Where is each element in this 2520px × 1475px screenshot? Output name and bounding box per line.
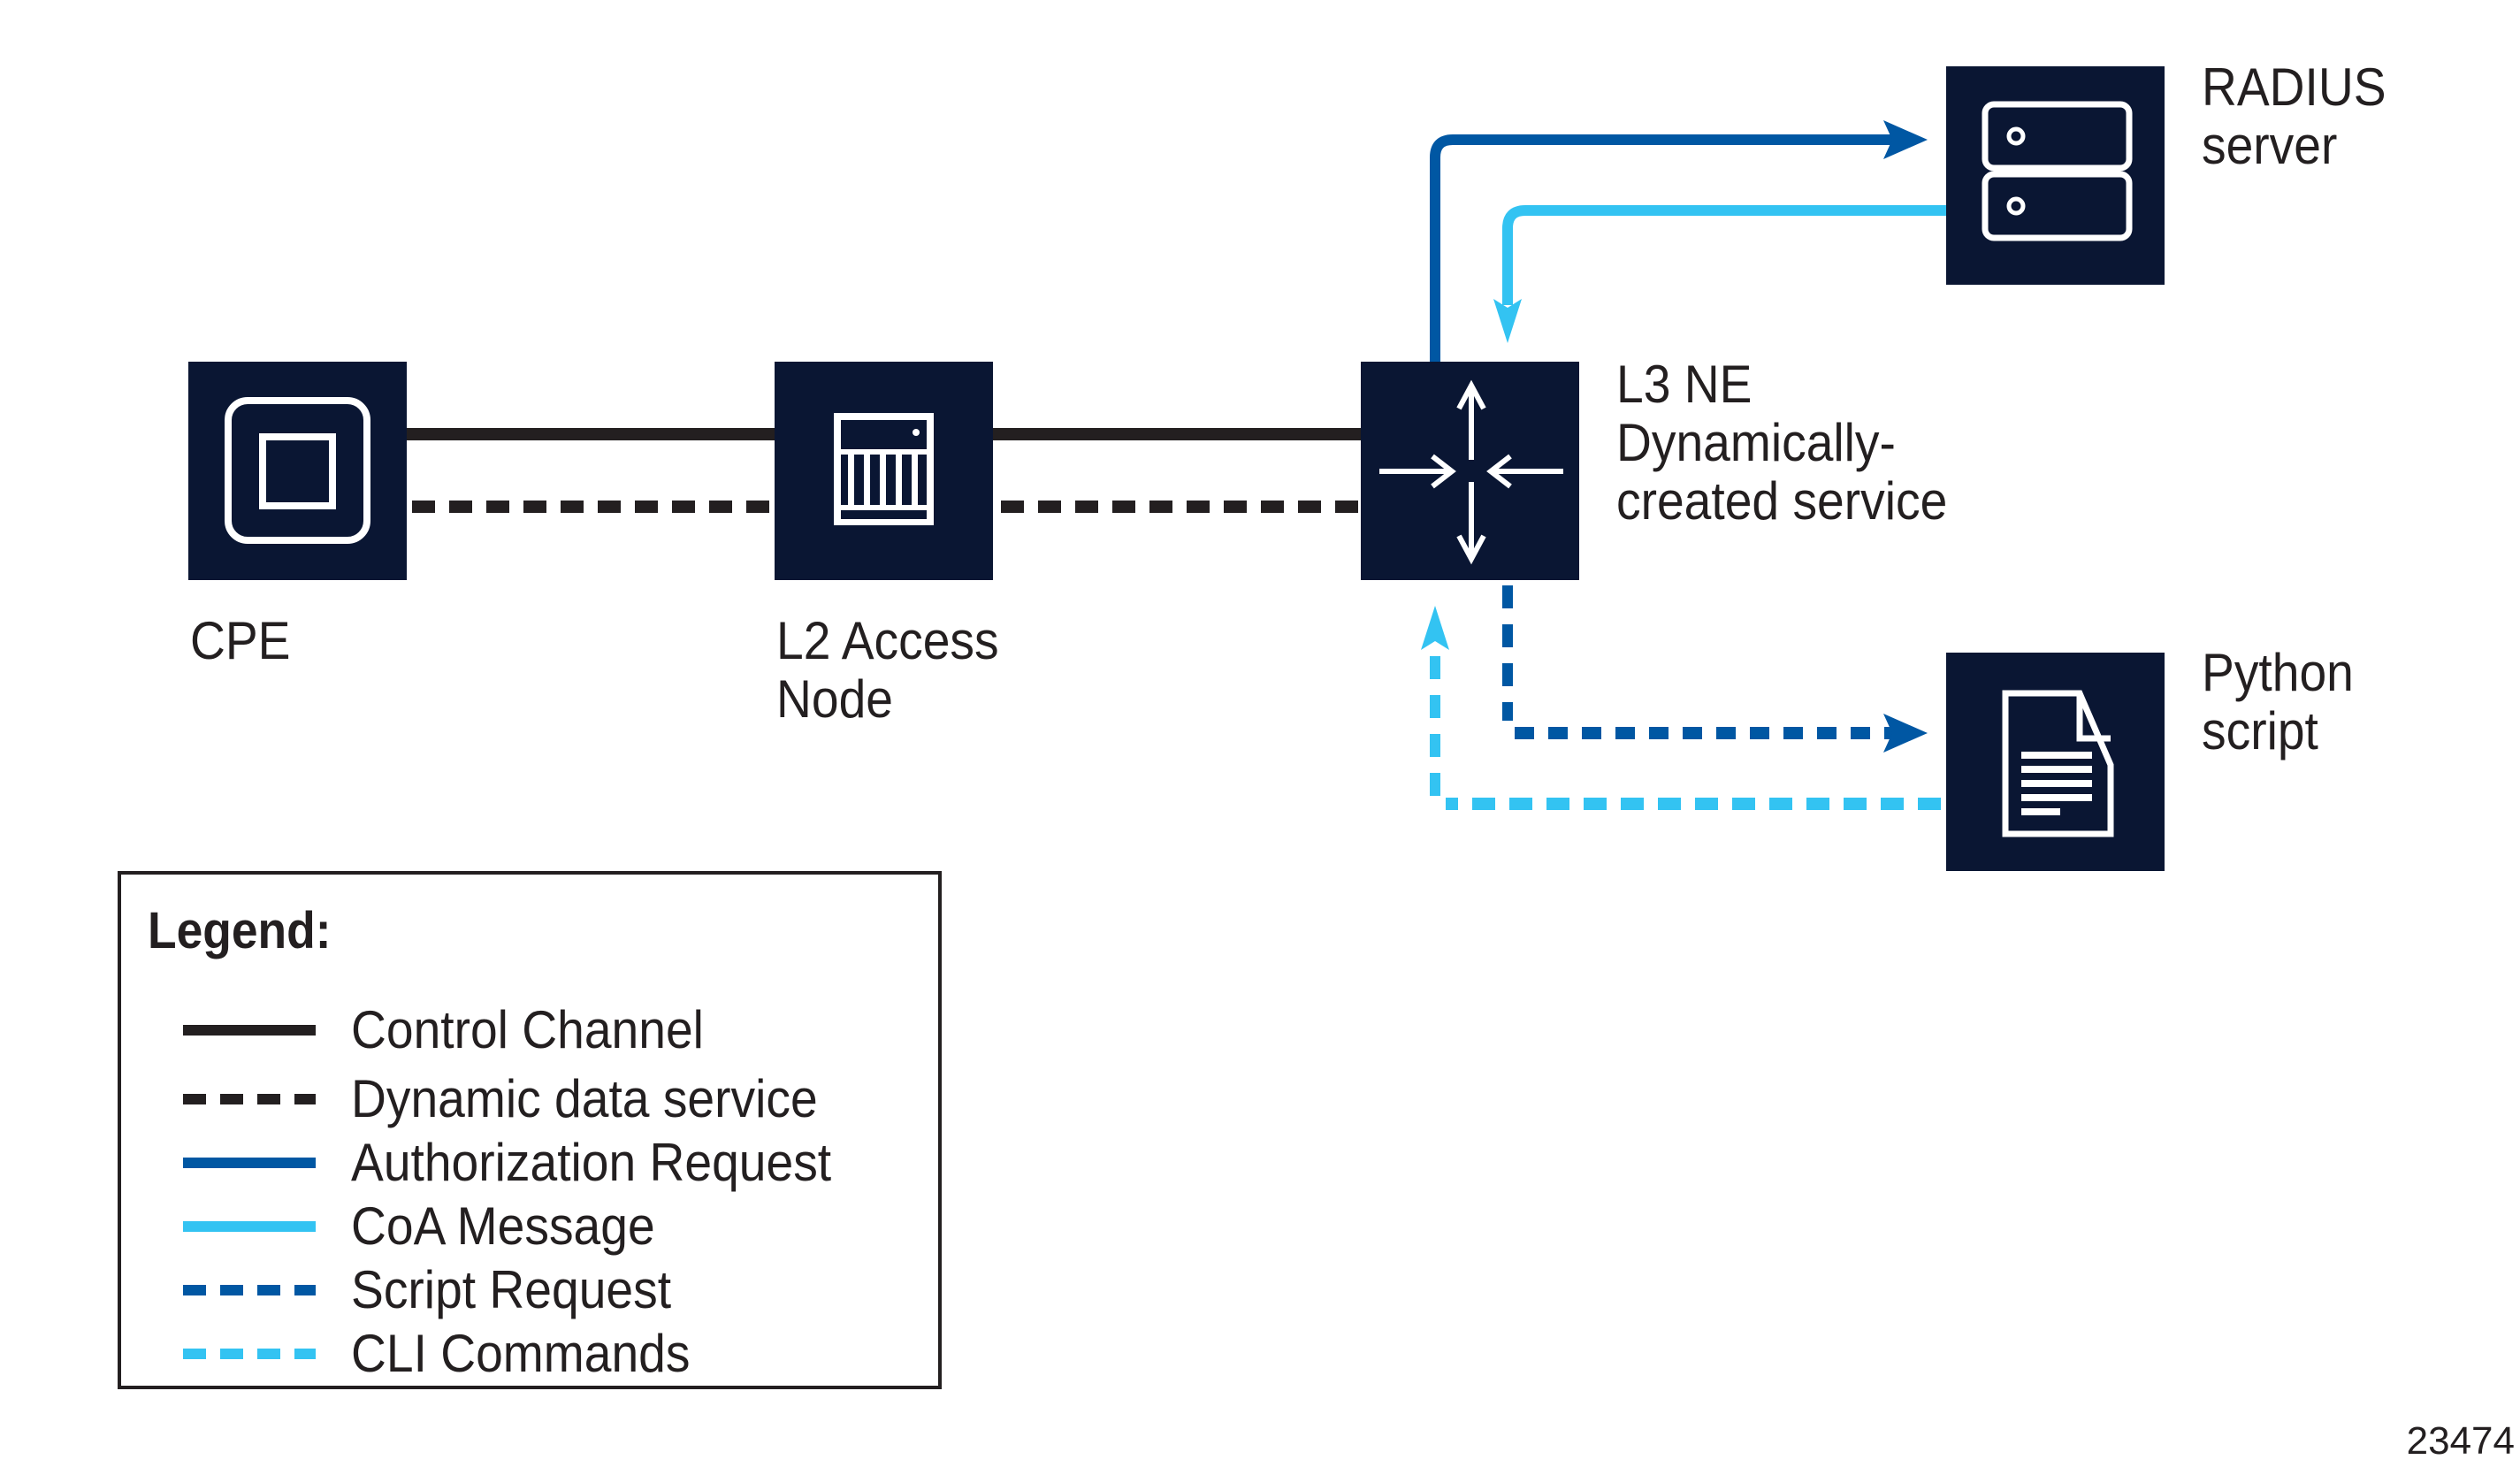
legend-swatch-dashed-dark-blue bbox=[183, 1285, 316, 1295]
cli-commands-arrowhead bbox=[1421, 606, 1449, 650]
legend-label: CLI Commands bbox=[351, 1324, 691, 1383]
l3-ne-label-line2: Dynamically- bbox=[1616, 413, 1896, 472]
legend-item-control-channel: Control Channel bbox=[183, 998, 926, 1062]
legend-label: Script Request bbox=[351, 1260, 672, 1319]
legend-item-coa-message: CoA Message bbox=[183, 1195, 926, 1258]
cpe-node[interactable] bbox=[188, 362, 407, 580]
cpe-label: CPE bbox=[190, 611, 291, 670]
radius-server-node[interactable] bbox=[1946, 66, 2165, 285]
legend-swatch-solid-light-blue bbox=[183, 1221, 316, 1232]
radius-server-label-line2: server bbox=[2202, 116, 2338, 175]
legend: Legend: Control Channel Dynamic data ser… bbox=[118, 871, 942, 1389]
legend-swatch-dashed-light-blue bbox=[183, 1349, 316, 1359]
legend-label: Authorization Request bbox=[351, 1133, 832, 1192]
legend-label: CoA Message bbox=[351, 1196, 655, 1256]
access-node-icon bbox=[834, 413, 934, 525]
legend-item-script-request: Script Request bbox=[183, 1258, 926, 1322]
python-script-label-line1: Python bbox=[2202, 643, 2354, 702]
legend-swatch-dashed-black bbox=[183, 1094, 316, 1104]
legend-title: Legend: bbox=[148, 902, 332, 959]
l3-ne-label-line1: L3 NE bbox=[1616, 355, 1753, 414]
legend-label: Dynamic data service bbox=[351, 1069, 818, 1128]
l2-access-node[interactable] bbox=[775, 362, 993, 580]
legend-label: Control Channel bbox=[351, 1000, 704, 1059]
figure-id: 23474 bbox=[2406, 1419, 2515, 1463]
l2-access-node-label-line2: Node bbox=[776, 669, 893, 729]
legend-item-authorization-request: Authorization Request bbox=[183, 1131, 926, 1195]
l2-access-node-label-line1: L2 Access bbox=[776, 611, 999, 670]
legend-item-cli-commands: CLI Commands bbox=[183, 1322, 926, 1386]
legend-swatch-solid-dark-blue bbox=[183, 1158, 316, 1168]
l3-ne-label-line3: created service bbox=[1616, 471, 1948, 531]
radius-server-label-line1: RADIUS bbox=[2202, 57, 2386, 117]
legend-item-dynamic-data-service: Dynamic data service bbox=[183, 1067, 926, 1131]
python-script-label-line2: script bbox=[2202, 701, 2318, 760]
l3-ne-node[interactable] bbox=[1361, 362, 1579, 580]
coa-message-line bbox=[1502, 205, 1946, 305]
legend-swatch-solid-black bbox=[183, 1025, 316, 1036]
python-script-node[interactable] bbox=[1946, 653, 2165, 871]
coa-message-arrowhead bbox=[1493, 299, 1522, 343]
